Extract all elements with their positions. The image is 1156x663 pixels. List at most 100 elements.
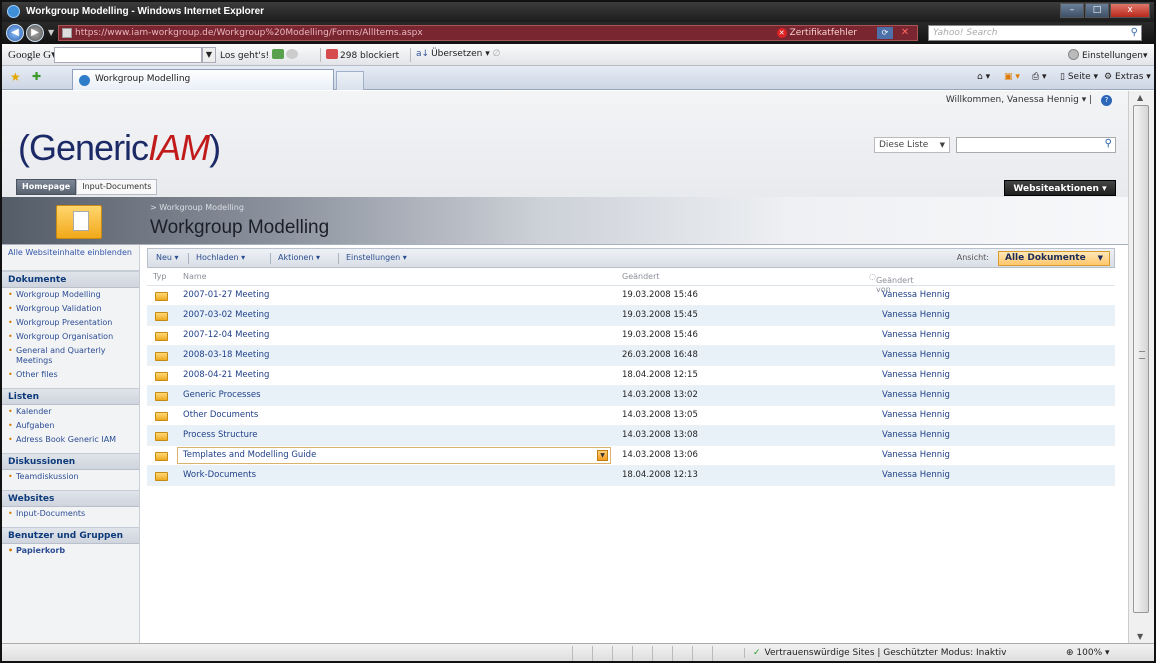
column-name[interactable]: Name: [183, 272, 207, 281]
tab-workgroup-modelling[interactable]: Workgroup Modelling: [72, 69, 334, 90]
certificate-error[interactable]: ✕ Zertifikatfehler: [776, 26, 857, 40]
column-type[interactable]: Typ: [153, 272, 166, 281]
close-button[interactable]: x: [1110, 3, 1150, 18]
item-name-link[interactable]: Templates and Modelling Guide: [183, 450, 316, 460]
nav-heading-benutzer-gruppen[interactable]: Benutzer und Gruppen: [2, 527, 139, 544]
nav-heading-listen[interactable]: Listen: [2, 388, 139, 405]
item-modified-by[interactable]: Vanessa Hennig: [882, 450, 950, 460]
feeds-icon[interactable]: ▣ ▾: [1004, 72, 1020, 82]
nav-item-recycle-bin[interactable]: Papierkorb: [2, 544, 139, 558]
table-row[interactable]: Other Documents 14.03.2008 13:05 Vanessa…: [147, 406, 1115, 426]
search-scope-select[interactable]: Diese Liste ▼: [874, 137, 950, 153]
item-modified-by[interactable]: Vanessa Hennig: [882, 310, 950, 320]
nav-item-workgroup-validation[interactable]: Workgroup Validation: [2, 302, 139, 316]
item-name-link[interactable]: 2008-04-21 Meeting: [183, 370, 269, 380]
scroll-up-icon[interactable]: ▲: [1137, 93, 1143, 102]
nav-heading-dokumente[interactable]: Dokumente: [2, 271, 139, 288]
search-icon[interactable]: ⚲: [1105, 138, 1112, 149]
tab-homepage[interactable]: Homepage: [16, 179, 77, 195]
table-row[interactable]: Generic Processes 14.03.2008 13:02 Vanes…: [147, 386, 1115, 406]
item-name-link[interactable]: Work-Documents: [183, 470, 256, 480]
nav-item-input-documents[interactable]: Input-Documents: [2, 507, 139, 521]
table-row[interactable]: Process Structure 14.03.2008 13:08 Vanes…: [147, 426, 1115, 446]
item-name-link[interactable]: Process Structure: [183, 430, 258, 440]
view-select[interactable]: Alle Dokumente ▼: [998, 251, 1110, 266]
site-actions-menu[interactable]: Websiteaktionen ▾: [1004, 180, 1116, 196]
item-modified-by[interactable]: Vanessa Hennig: [882, 330, 950, 340]
column-modified[interactable]: Geändert: [622, 272, 660, 281]
site-search-input[interactable]: ⚲: [956, 137, 1116, 153]
add-favorite-icon[interactable]: ✚: [32, 70, 41, 83]
breadcrumb[interactable]: > Workgroup Modelling: [150, 203, 244, 212]
maximize-button[interactable]: □: [1085, 3, 1109, 18]
nav-heading-diskussionen[interactable]: Diskussionen: [2, 453, 139, 470]
nav-item-general-quarterly-meetings[interactable]: General and Quarterly Meetings: [2, 344, 139, 368]
item-modified-by[interactable]: Vanessa Hennig: [882, 350, 950, 360]
nav-item-workgroup-presentation[interactable]: Workgroup Presentation: [2, 316, 139, 330]
nav-item-workgroup-organisation[interactable]: Workgroup Organisation: [2, 330, 139, 344]
google-logo[interactable]: Google G▾: [8, 48, 57, 61]
history-dropdown-icon[interactable]: ▼: [48, 28, 54, 37]
settings-menu[interactable]: Einstellungen ▾: [346, 253, 407, 262]
table-row[interactable]: Work-Documents 18.04.2008 12:13 Vanessa …: [147, 466, 1115, 486]
nav-item-adress-book[interactable]: Adress Book Generic IAM: [2, 433, 139, 447]
minimize-button[interactable]: –: [1060, 3, 1084, 18]
table-row[interactable]: 2008-04-21 Meeting 18.04.2008 12:15 Vane…: [147, 366, 1115, 386]
item-modified-by[interactable]: Vanessa Hennig: [882, 470, 950, 480]
item-modified-by[interactable]: Vanessa Hennig: [882, 370, 950, 380]
item-menu-dropdown-icon[interactable]: ▼: [597, 450, 608, 461]
table-row-selected[interactable]: Templates and Modelling Guide ▼ 14.03.20…: [147, 446, 1115, 466]
stop-icon[interactable]: ✕: [897, 27, 913, 39]
print-icon[interactable]: ⎙ ▾: [1032, 72, 1047, 82]
view-all-site-content-link[interactable]: Alle Websiteinhalte einblenden: [2, 245, 139, 271]
magnifier-icon[interactable]: ⚲: [1131, 26, 1138, 40]
back-button[interactable]: ◀: [6, 24, 24, 42]
google-search-input[interactable]: [54, 47, 202, 63]
nav-item-teamdiskussion[interactable]: Teamdiskussion: [2, 470, 139, 484]
settings-button[interactable]: Einstellungen▾: [1068, 49, 1148, 61]
url-field[interactable]: https://www.iam-workgroup.de/Workgroup%2…: [58, 25, 918, 41]
security-zone[interactable]: ✓ Vertrauenswürdige Sites | Geschützter M…: [744, 648, 1006, 658]
new-menu[interactable]: Neu ▾: [156, 253, 179, 262]
item-modified-by[interactable]: Vanessa Hennig: [882, 410, 950, 420]
item-name-link[interactable]: Other Documents: [183, 410, 258, 420]
item-modified-by[interactable]: Vanessa Hennig: [882, 430, 950, 440]
refresh-icon[interactable]: ⟳: [877, 27, 893, 39]
item-name-link[interactable]: 2007-01-27 Meeting: [183, 290, 269, 300]
scroll-down-icon[interactable]: ▼: [1137, 632, 1143, 641]
yahoo-search-field[interactable]: Yahoo! Search ⚲: [928, 25, 1142, 41]
welcome-menu[interactable]: Willkommen, Vanessa Hennig ▾ | ?: [946, 95, 1112, 106]
nav-item-other-files[interactable]: Other files: [2, 368, 139, 382]
item-name-link[interactable]: 2007-03-02 Meeting: [183, 310, 269, 320]
item-modified-by[interactable]: Vanessa Hennig: [882, 390, 950, 400]
table-row[interactable]: 2007-12-04 Meeting 19.03.2008 15:46 Vane…: [147, 326, 1115, 346]
table-row[interactable]: 2007-01-27 Meeting 19.03.2008 15:46 Vane…: [147, 286, 1115, 306]
extras-menu[interactable]: ⚙ Extras ▾: [1104, 72, 1151, 82]
nav-heading-websites[interactable]: Websites: [2, 490, 139, 507]
forward-button[interactable]: ▶: [26, 24, 44, 42]
translate-button[interactable]: a↓ Übersetzen ▾ ∅: [416, 49, 500, 59]
table-row[interactable]: 2008-03-18 Meeting 26.03.2008 16:48 Vane…: [147, 346, 1115, 366]
page-scrollbar[interactable]: ▲ ▼: [1128, 91, 1154, 643]
item-modified-by[interactable]: Vanessa Hennig: [882, 290, 950, 300]
page-menu[interactable]: ▯ Seite ▾: [1060, 72, 1098, 82]
item-name-link[interactable]: Generic Processes: [183, 390, 261, 400]
item-name-link[interactable]: 2008-03-18 Meeting: [183, 350, 269, 360]
tab-input-documents[interactable]: Input-Documents: [76, 179, 158, 195]
site-logo[interactable]: (GenericIAM): [18, 127, 221, 169]
popup-blocked-button[interactable]: 298 blockiert: [326, 49, 399, 61]
nav-item-kalender[interactable]: Kalender: [2, 405, 139, 419]
favorites-star-icon[interactable]: ★: [10, 70, 21, 84]
help-icon[interactable]: ?: [1101, 95, 1112, 106]
item-name-link[interactable]: 2007-12-04 Meeting: [183, 330, 269, 340]
table-row[interactable]: 2007-03-02 Meeting 19.03.2008 15:45 Vane…: [147, 306, 1115, 326]
google-go-button[interactable]: Los geht's!: [220, 49, 300, 61]
nav-item-workgroup-modelling[interactable]: Workgroup Modelling: [2, 288, 139, 302]
actions-menu[interactable]: Aktionen ▾: [278, 253, 320, 262]
column-modified-by[interactable]: ◌ Geändert von: [869, 272, 914, 294]
new-tab-button[interactable]: [336, 71, 364, 90]
upload-menu[interactable]: Hochladen ▾: [196, 253, 245, 262]
scroll-thumb[interactable]: [1133, 105, 1149, 613]
home-icon[interactable]: ⌂ ▾: [977, 72, 990, 82]
nav-item-aufgaben[interactable]: Aufgaben: [2, 419, 139, 433]
